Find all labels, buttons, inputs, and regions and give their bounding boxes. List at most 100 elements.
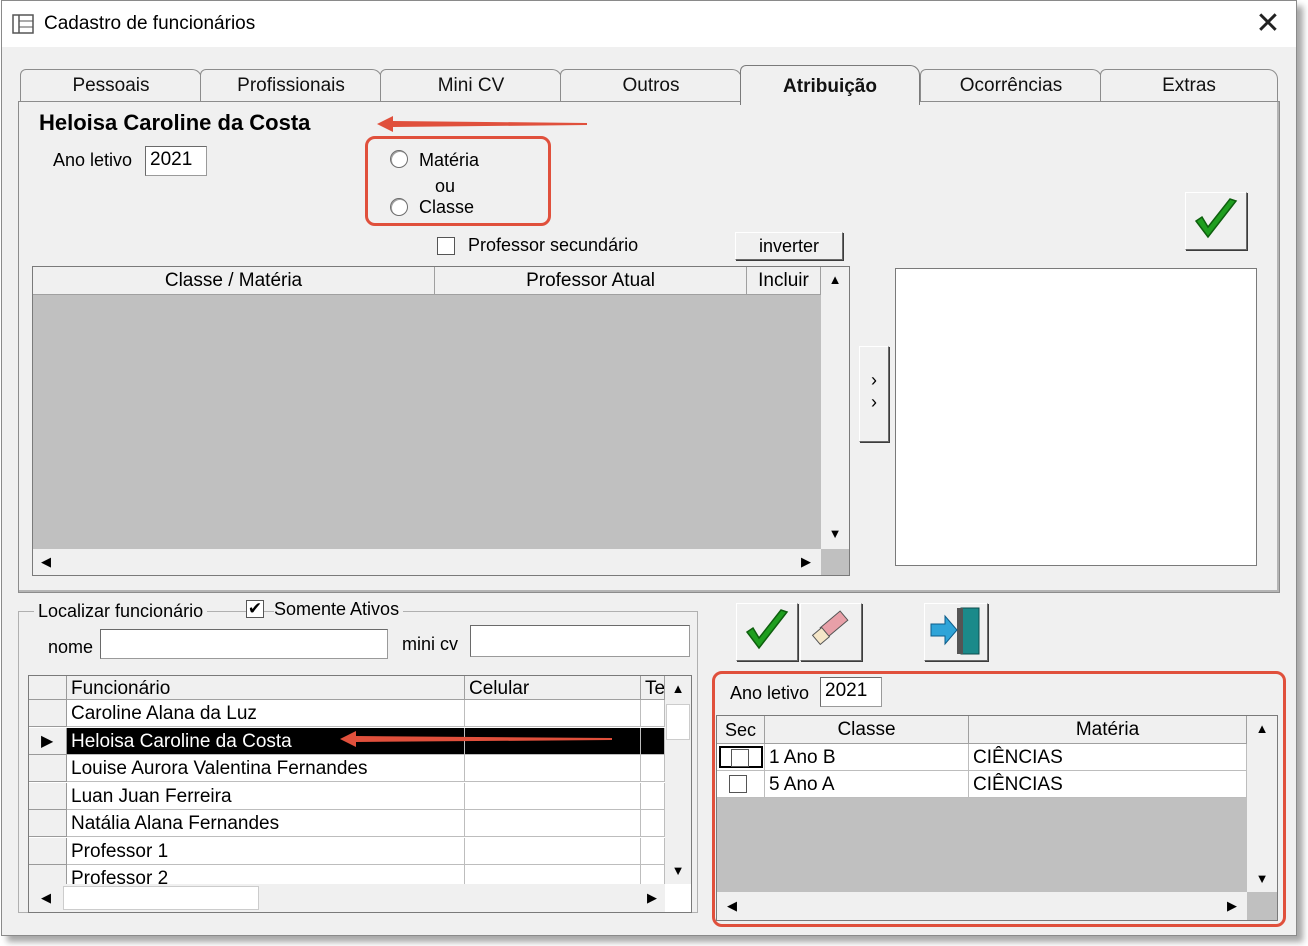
row-indicator[interactable] bbox=[29, 810, 67, 837]
resumo-row-sec bbox=[717, 771, 765, 798]
resumo-row-materia[interactable]: CIÊNCIAS bbox=[969, 744, 1247, 771]
funcionario-row-celular[interactable] bbox=[465, 810, 641, 837]
scroll-left-icon[interactable]: ◀ bbox=[33, 885, 59, 911]
inverter-button[interactable]: inverter bbox=[735, 232, 843, 260]
mini-cv-input[interactable] bbox=[470, 625, 690, 657]
funcionario-row-telefone[interactable] bbox=[641, 727, 665, 755]
tab-ocorrencias[interactable]: Ocorrências bbox=[920, 69, 1102, 105]
funcionario-row-name[interactable]: Louise Aurora Valentina Fernandes bbox=[67, 755, 465, 782]
scroll-up-icon[interactable]: ▲ bbox=[822, 267, 848, 293]
funcionario-row-name[interactable]: Professor 1 bbox=[67, 837, 465, 865]
mini-cv-label: mini cv bbox=[402, 634, 459, 654]
save-button[interactable] bbox=[736, 603, 798, 661]
scroll-down-icon[interactable]: ▼ bbox=[665, 858, 691, 884]
row-indicator[interactable] bbox=[29, 700, 67, 727]
funcionario-row-name[interactable]: Caroline Alana da Luz bbox=[67, 700, 465, 727]
scroll-down-icon[interactable]: ▼ bbox=[1249, 866, 1275, 892]
exit-door-icon bbox=[930, 607, 980, 655]
row-indicator[interactable] bbox=[29, 782, 67, 810]
scroll-right-icon[interactable]: ▶ bbox=[793, 549, 819, 575]
funcionario-row-telefone[interactable] bbox=[641, 755, 665, 782]
funcionario-row-telefone[interactable] bbox=[641, 837, 665, 865]
radio-ou-label: ou bbox=[435, 176, 456, 196]
move-right-button[interactable]: › › bbox=[859, 346, 889, 442]
grid-header-professor-atual[interactable]: Professor Atual bbox=[435, 267, 747, 295]
funcionario-row-celular[interactable] bbox=[465, 782, 641, 810]
somente-ativos-checkbox[interactable]: ✔ bbox=[246, 600, 264, 618]
grid-corner bbox=[29, 676, 67, 700]
eraser-icon bbox=[811, 610, 849, 646]
scroll-up-icon[interactable]: ▲ bbox=[665, 676, 691, 702]
resumo-header-sec[interactable]: Sec bbox=[717, 716, 765, 744]
funcionario-grid[interactable]: Funcionário Celular Te Caroline Alana da… bbox=[28, 675, 692, 913]
localizar-group-label: Localizar funcionário bbox=[34, 601, 208, 622]
confirm-button[interactable] bbox=[1185, 192, 1247, 250]
sec-checkbox-box[interactable] bbox=[731, 749, 749, 767]
funcionario-row-celular[interactable] bbox=[465, 755, 641, 782]
scroll-right-icon[interactable]: ▶ bbox=[639, 885, 665, 911]
grid-header-celular[interactable]: Celular bbox=[465, 676, 641, 700]
resumo-row-classe[interactable]: 5 Ano A bbox=[765, 771, 969, 798]
resumo-header-classe[interactable]: Classe bbox=[765, 716, 969, 744]
resumo-row-classe[interactable]: 1 Ano B bbox=[765, 744, 969, 771]
form-icon bbox=[12, 14, 34, 34]
sec-checkbox[interactable] bbox=[729, 775, 747, 793]
funcionario-row-telefone[interactable] bbox=[641, 810, 665, 837]
ano-letivo-input[interactable]: 2021 bbox=[145, 146, 207, 176]
tab-pessoais[interactable]: Pessoais bbox=[20, 69, 202, 105]
grid-header-funcionario[interactable]: Funcionário bbox=[67, 676, 465, 700]
scroll-left-icon[interactable]: ◀ bbox=[719, 893, 745, 919]
resumo-horizontal-scrollbar[interactable]: ◀ ▶ bbox=[717, 892, 1247, 920]
scroll-right-icon[interactable]: ▶ bbox=[1219, 893, 1245, 919]
resumo-vertical-scrollbar[interactable]: ▲ ▼ bbox=[1247, 716, 1277, 892]
funcionario-row-name[interactable]: Natália Alana Fernandes bbox=[67, 810, 465, 837]
resumo-ano-letivo-input[interactable]: 2021 bbox=[820, 677, 882, 707]
tab-outros[interactable]: Outros bbox=[560, 69, 742, 105]
tab-mini-cv[interactable]: Mini CV bbox=[380, 69, 562, 105]
resumo-grid[interactable]: Sec Classe Matéria 1 Ano B CIÊNCIAS 5 Ano … bbox=[716, 715, 1278, 921]
resumo-row-sec bbox=[717, 744, 765, 771]
radio-materia[interactable] bbox=[390, 150, 408, 168]
grid-vertical-scrollbar[interactable]: ▲ ▼ bbox=[821, 267, 849, 549]
tab-atribuicao[interactable]: Atribuição bbox=[740, 65, 920, 105]
radio-classe-label: Classe bbox=[419, 197, 475, 217]
resumo-row-materia[interactable]: CIÊNCIAS bbox=[969, 771, 1247, 798]
grid-header-classe-materia[interactable]: Classe / Matéria bbox=[33, 267, 435, 295]
sec-checkbox[interactable] bbox=[719, 746, 763, 768]
professor-secundario-checkbox[interactable] bbox=[437, 237, 455, 255]
somente-ativos-label: Somente Ativos bbox=[274, 599, 404, 620]
scroll-left-icon[interactable]: ◀ bbox=[33, 549, 59, 575]
ano-letivo-label: Ano letivo bbox=[53, 150, 133, 170]
exit-button[interactable] bbox=[924, 603, 988, 661]
scroll-thumb[interactable] bbox=[666, 704, 690, 740]
funcionario-row-telefone[interactable] bbox=[641, 700, 665, 727]
close-icon[interactable]: ✕ bbox=[1248, 6, 1288, 42]
tab-strip: Pessoais Profissionais Mini CV Outros At… bbox=[18, 65, 1280, 105]
radio-classe[interactable] bbox=[390, 198, 408, 216]
nome-input[interactable] bbox=[100, 629, 388, 659]
check-icon bbox=[1194, 198, 1238, 239]
scroll-down-icon[interactable]: ▼ bbox=[822, 521, 848, 547]
atribuicao-panel: Heloisa Caroline da Costa Ano letivo 202… bbox=[18, 101, 1280, 593]
selected-items-list[interactable] bbox=[895, 268, 1257, 566]
scroll-thumb-horizontal[interactable] bbox=[63, 886, 259, 910]
funcionario-row-name[interactable]: Luan Juan Ferreira bbox=[67, 782, 465, 810]
grid-header-incluir[interactable]: Incluir bbox=[747, 267, 821, 295]
funcionario-horizontal-scrollbar[interactable]: ◀ ▶ bbox=[29, 884, 665, 912]
row-indicator[interactable]: ▶ bbox=[29, 727, 67, 755]
grid-horizontal-scrollbar[interactable]: ◀ ▶ bbox=[33, 549, 821, 575]
funcionario-row-telefone[interactable] bbox=[641, 782, 665, 810]
clear-button[interactable] bbox=[800, 603, 862, 661]
funcionario-row-celular[interactable] bbox=[465, 837, 641, 865]
radio-materia-label: Matéria bbox=[419, 150, 480, 170]
tab-profissionais[interactable]: Profissionais bbox=[200, 69, 382, 105]
funcionario-vertical-scrollbar[interactable]: ▲ ▼ bbox=[665, 676, 691, 884]
row-indicator[interactable] bbox=[29, 837, 67, 865]
funcionario-row-celular[interactable] bbox=[465, 700, 641, 727]
tab-extras[interactable]: Extras bbox=[1100, 69, 1278, 105]
row-indicator[interactable] bbox=[29, 755, 67, 782]
classe-materia-grid[interactable]: Classe / Matéria Professor Atual Incluir… bbox=[32, 266, 850, 576]
resumo-header-materia[interactable]: Matéria bbox=[969, 716, 1247, 744]
scroll-up-icon[interactable]: ▲ bbox=[1249, 716, 1275, 742]
grid-header-telefone[interactable]: Te bbox=[641, 676, 665, 700]
